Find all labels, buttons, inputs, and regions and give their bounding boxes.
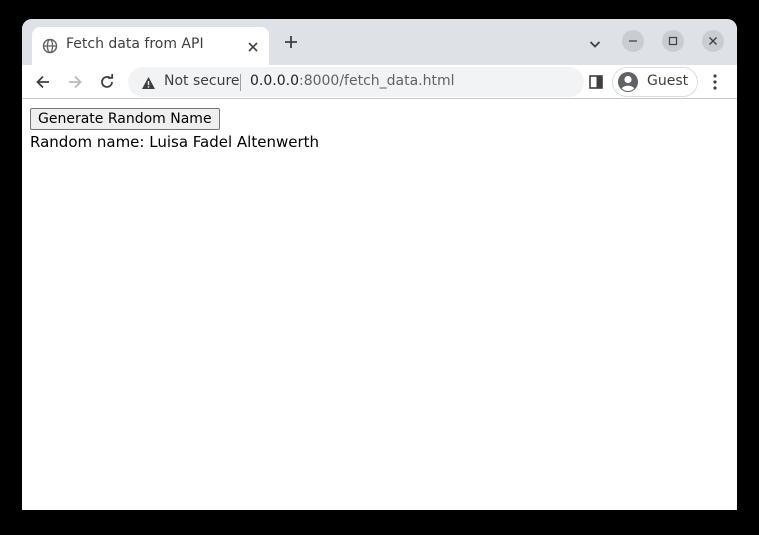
random-name-label: Random name: <box>30 133 145 151</box>
browser-toolbar: Not secure 0.0.0.0:8000/fetch_data.html … <box>22 65 737 98</box>
page-content: Generate Random Name Random name: Luisa … <box>22 99 737 510</box>
chevron-down-icon[interactable] <box>588 36 602 50</box>
generate-random-name-button[interactable]: Generate Random Name <box>30 108 220 130</box>
kebab-menu-icon[interactable] <box>712 73 718 95</box>
globe-icon <box>42 38 58 54</box>
maximize-button[interactable] <box>662 30 684 52</box>
forward-arrow-icon[interactable] <box>66 73 84 91</box>
url-text[interactable]: 0.0.0.0:8000/fetch_data.html <box>250 73 455 89</box>
minimize-button[interactable] <box>622 30 644 52</box>
tab-fetch-data[interactable]: Fetch data from API <box>32 27 269 65</box>
random-name-value: Luisa Fadel Altenwerth <box>149 133 320 151</box>
back-arrow-icon[interactable] <box>34 73 52 91</box>
new-tab-plus-icon[interactable] <box>283 34 299 50</box>
profile-button[interactable]: Guest <box>612 67 698 97</box>
tab-title: Fetch data from API <box>66 36 204 52</box>
side-panel-icon[interactable] <box>589 74 603 93</box>
address-divider <box>240 74 241 91</box>
url-path: :8000/fetch_data.html <box>298 73 455 89</box>
avatar-icon <box>617 71 639 97</box>
address-bar[interactable]: Not secure 0.0.0.0:8000/fetch_data.html <box>128 67 584 97</box>
security-status[interactable]: Not secure <box>164 73 240 89</box>
close-window-button[interactable] <box>702 30 724 52</box>
close-tab-icon[interactable] <box>246 39 260 53</box>
reload-icon[interactable] <box>98 73 116 91</box>
tab-strip: Fetch data from API <box>22 19 737 65</box>
warning-triangle-icon[interactable] <box>141 75 156 94</box>
random-name-output: Random name: Luisa Fadel Altenwerth <box>30 133 319 151</box>
profile-label: Guest <box>647 73 689 89</box>
url-host: 0.0.0.0 <box>250 73 299 89</box>
browser-window: Fetch data from API Not secure 0.0.0.0:8… <box>22 19 737 510</box>
